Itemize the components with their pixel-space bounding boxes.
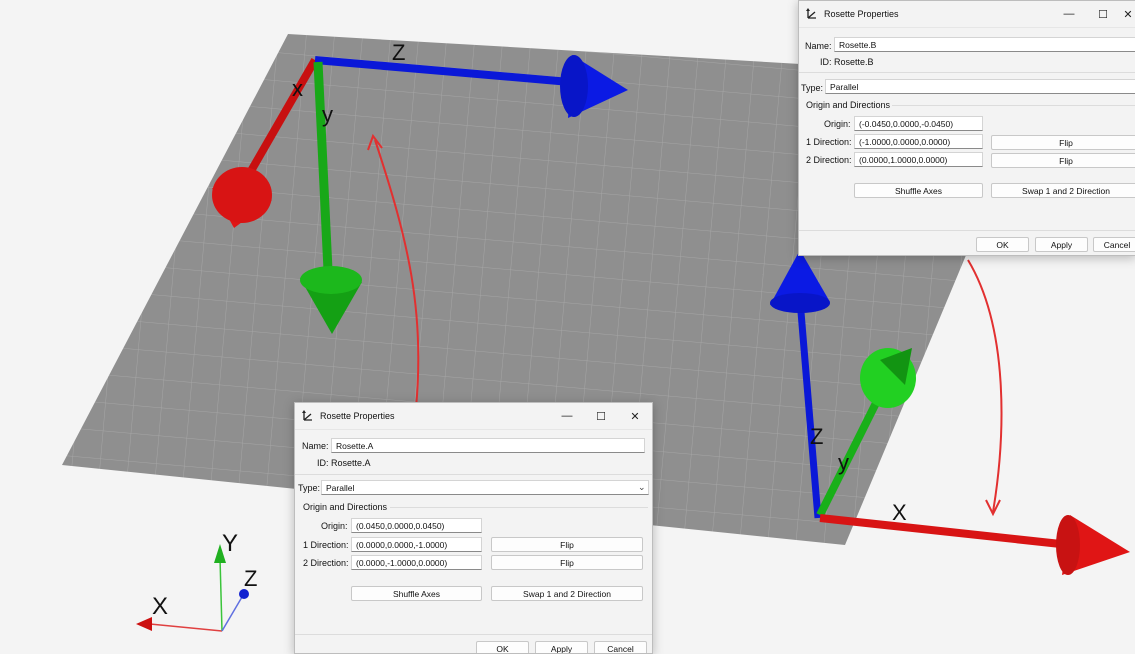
rosette-properties-dialog-b: Rosette Properties — ☐ ✕ Name: Rosette.B… [798,0,1135,256]
rosette-b-x-cone-base [1056,515,1080,575]
rosette-app-icon [302,410,312,421]
swap-directions-button[interactable]: Swap 1 and 2 Direction [991,183,1135,198]
direction-2-field[interactable]: (0.0000,-1.0000,0.0000) [351,555,482,570]
rosette-b-y-label: y [838,450,849,475]
name-field[interactable]: Rosette.B [834,37,1135,52]
type-label: Type: [801,83,824,93]
type-select[interactable]: Parallel [825,79,1135,94]
origin-label: Origin: [824,119,851,129]
direction-1-label: 1 Direction: [303,540,349,550]
origin-field[interactable]: (-0.0450,0.0000,-0.0450) [854,116,983,131]
rosette-b-z-cone-base [770,293,830,313]
rosette-a-x-cone-base [212,167,272,223]
id-value: Rosette.B [834,57,874,67]
flip-direction-2-button[interactable]: Flip [991,153,1135,168]
rosette-app-icon [806,8,816,19]
rosette-a-z-label: Z [392,40,405,65]
triad-y-label: Y [222,530,238,557]
rosette-a-z-cone-base [560,55,588,117]
dialog-a-title: Rosette Properties [320,411,395,421]
cancel-button[interactable]: Cancel [1093,237,1135,252]
id-label: ID: [820,57,832,67]
apply-button[interactable]: Apply [535,641,588,653]
id-value: Rosette.A [331,458,371,468]
flip-direction-1-button[interactable]: Flip [491,537,643,552]
id-label: ID: [317,458,329,468]
dialog-b-titlebar[interactable]: Rosette Properties — ☐ ✕ [799,1,1135,28]
group-title: Origin and Directions [303,502,388,512]
direction-2-field[interactable]: (0.0000,1.0000,0.0000) [854,152,983,167]
triad-z-label: Z [244,566,257,591]
footer-separator [799,230,1135,231]
cancel-button[interactable]: Cancel [594,641,647,653]
group-separator [892,105,1135,106]
direction-1-label: 1 Direction: [806,137,852,147]
rosette-b-x-label: X [892,500,907,525]
type-select[interactable]: Parallel [321,480,649,495]
shuffle-axes-button[interactable]: Shuffle Axes [854,183,983,198]
shuffle-axes-button[interactable]: Shuffle Axes [351,586,482,601]
separator [295,474,652,475]
chevron-down-icon: ⌄ [638,482,646,492]
flip-direction-1-button[interactable]: Flip [991,135,1135,150]
rosette-b-z-label: Z [810,424,823,449]
maximize-button[interactable]: ☐ [1086,1,1120,27]
origin-field[interactable]: (0.0450,0.0000,0.0450) [351,518,482,533]
rosette-properties-dialog-a: Rosette Properties — ☐ ✕ Name: Rosette.A… [294,402,653,654]
minimize-button[interactable]: — [550,403,584,429]
name-label: Name: [805,41,832,51]
group-separator [390,507,648,508]
flip-direction-2-button[interactable]: Flip [491,555,643,570]
ok-button[interactable]: OK [976,237,1029,252]
name-field[interactable]: Rosette.A [331,438,645,453]
close-button[interactable]: ✕ [1120,1,1135,27]
rosette-a-y-label: y [322,102,333,127]
origin-label: Origin: [321,521,348,531]
group-title: Origin and Directions [806,100,891,110]
apply-button[interactable]: Apply [1035,237,1088,252]
swap-directions-button[interactable]: Swap 1 and 2 Direction [491,586,643,601]
triad-x-label: X [152,593,168,620]
separator [799,72,1135,73]
rosette-a-x-label: x [292,76,303,101]
name-label: Name: [302,441,329,451]
footer-separator [295,634,652,635]
direction-1-field[interactable]: (0.0000,0.0000,-1.0000) [351,537,482,552]
direction-1-field[interactable]: (-1.0000,0.0000,0.0000) [854,134,983,149]
type-label: Type: [298,483,321,493]
ok-button[interactable]: OK [476,641,529,653]
direction-2-label: 2 Direction: [806,155,852,165]
dialog-b-title: Rosette Properties [824,9,899,19]
minimize-button[interactable]: — [1052,1,1086,27]
dialog-a-titlebar[interactable]: Rosette Properties — ☐ ✕ [295,403,652,430]
rosette-a-y-cone-base [300,266,362,294]
direction-2-label: 2 Direction: [303,558,349,568]
maximize-button[interactable]: ☐ [584,403,618,429]
close-button[interactable]: ✕ [618,403,652,429]
